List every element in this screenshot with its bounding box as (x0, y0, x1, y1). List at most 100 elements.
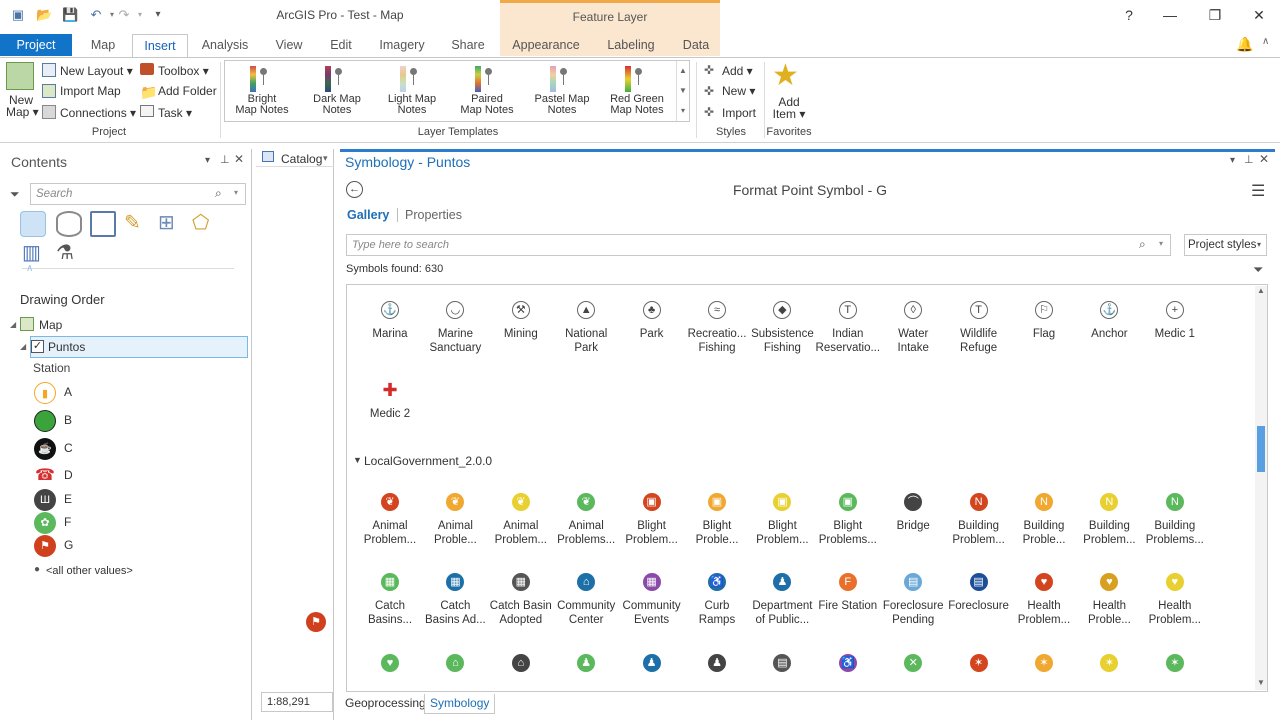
expand-layer-icon[interactable]: ◢ (20, 342, 26, 351)
symbol-group-name[interactable]: LocalGovernment_2.0.0 (364, 454, 492, 468)
catalog-menu-icon[interactable]: ▾ (323, 153, 328, 164)
template-paired-map-notes[interactable]: Paired Map Notes (451, 62, 523, 122)
new-style-button[interactable]: New ▾ (722, 84, 755, 98)
list-by-charts-icon[interactable]: ▥ (22, 240, 41, 265)
close-button[interactable]: ✕ (1249, 6, 1269, 24)
symbol-tile[interactable]: ♣ Park (619, 301, 685, 341)
search-options-icon[interactable]: ▾ (234, 188, 238, 197)
template-bright-map-notes[interactable]: Bright Map Notes (226, 62, 298, 122)
symbol-tile[interactable]: ▲ National Park (553, 301, 619, 355)
symbol-search-field[interactable]: Type here to search ⌕ ▾ (346, 234, 1171, 256)
tab-share[interactable]: Share (444, 36, 492, 56)
symbol-tile[interactable]: ♥ Health Problem... (1011, 573, 1077, 627)
new-layout-button[interactable]: New Layout ▾ (60, 64, 133, 78)
symbol-tile[interactable]: ✶ (1011, 654, 1077, 672)
notifications-icon[interactable]: 🔔 (1236, 36, 1253, 53)
list-by-editing-icon[interactable]: ✎ (124, 210, 141, 235)
contents-search-field[interactable]: Search ⌕ ▾ (30, 183, 246, 205)
symbol-tile[interactable]: ▦ Catch Basin Adopted (488, 573, 554, 627)
layer-visibility-checkbox[interactable]: ✓ (31, 340, 44, 353)
minimize-button[interactable]: — (1160, 6, 1180, 24)
symbol-tile[interactable]: T Wildlife Refuge (946, 301, 1012, 355)
symbol-tile[interactable]: N Building Proble... (1011, 493, 1077, 547)
symbol-tile[interactable]: T Indian Reservatio... (815, 301, 881, 355)
symbol-tile[interactable]: ❦ Animal Problem... (488, 493, 554, 547)
pin-pane-icon[interactable]: ⊥ (220, 153, 230, 166)
symbol-tile[interactable]: ✶ (946, 654, 1012, 672)
symbol-tile[interactable]: ▣ Blight Proble... (684, 493, 750, 547)
tab-labeling[interactable]: Labeling (600, 36, 662, 56)
symbol-tile[interactable]: ♟ (684, 654, 750, 672)
group-collapse-icon[interactable]: ▼ (353, 455, 362, 465)
template-pastel-map-notes[interactable]: Pastel Map Notes (526, 62, 598, 122)
tab-geoprocessing[interactable]: Geoprocessing (340, 694, 431, 714)
symbol-tile[interactable]: ⚓ Anchor (1076, 301, 1142, 341)
symbol-tile[interactable]: ✚ Medic 2 (357, 381, 423, 421)
map-point-marker-icon[interactable]: ⚑ (306, 612, 326, 632)
symbol-tile[interactable]: ◆ Subsistence Fishing (749, 301, 815, 355)
back-arrow-icon[interactable]: ← (346, 181, 363, 198)
symbol-tile[interactable]: + Medic 1 (1142, 301, 1208, 341)
symbol-tile[interactable]: ♥ Health Problem... (1142, 573, 1208, 627)
symbol-tile[interactable]: ♿ (815, 654, 881, 672)
close-pane-icon[interactable]: ✕ (1259, 152, 1269, 166)
scroll-thumb[interactable] (1257, 426, 1265, 472)
symbol-tile[interactable]: N Building Problem... (946, 493, 1012, 547)
add-item-button[interactable]: Add Item ▾ (770, 96, 808, 120)
symbol-tile[interactable]: ▣ Blight Problem... (619, 493, 685, 547)
symbol-tile[interactable]: ✶ (1142, 654, 1208, 672)
pane-menu-icon[interactable]: ▾ (205, 155, 210, 166)
help-button[interactable]: ? (1119, 6, 1139, 24)
symbol-tile[interactable]: ⚒ Mining (488, 301, 554, 341)
symbol-tile[interactable]: ❦ Animal Proble... (422, 493, 488, 547)
symbol-tile[interactable]: ≈ Recreatio... Fishing (684, 301, 750, 355)
symbol-tile[interactable]: ❦ Animal Problems... (553, 493, 619, 547)
tab-project[interactable]: Project (0, 34, 72, 56)
tab-properties[interactable]: Properties (405, 208, 462, 222)
filter-icon[interactable]: ⏷ (1253, 262, 1263, 278)
symbol-tile[interactable]: ✶ (1076, 654, 1142, 672)
tab-appearance[interactable]: Appearance (506, 36, 586, 56)
legend-item[interactable]: ШE (34, 488, 154, 511)
symbol-tile[interactable]: ▤ Foreclosure (946, 573, 1012, 613)
symbol-tile[interactable]: ♿ Curb Ramps (684, 573, 750, 627)
list-by-drawing-order-icon[interactable] (20, 211, 46, 237)
symbol-tile[interactable]: ▦ Community Events (619, 573, 685, 627)
collapse-ribbon-icon[interactable]: ∧ (1262, 36, 1269, 47)
tab-analysis[interactable]: Analysis (196, 36, 254, 56)
symbol-tile[interactable]: ◡ Marine Sanctuary (422, 301, 488, 355)
symbol-tile[interactable]: ♟ (553, 654, 619, 672)
pin-pane-icon[interactable]: ⊥ (1244, 153, 1254, 166)
list-by-perspective-icon[interactable]: ⚗ (56, 240, 74, 265)
restore-button[interactable]: ❐ (1205, 6, 1225, 24)
tab-imagery[interactable]: Imagery (372, 36, 432, 56)
tab-view[interactable]: View (268, 36, 310, 56)
legend-item[interactable]: ⚑ G (34, 534, 154, 557)
legend-item[interactable]: ☕ C (34, 437, 154, 460)
template-light-map-notes[interactable]: Light Map Notes (376, 62, 448, 122)
legend-item[interactable]: ✿ F (34, 511, 154, 534)
expand-map-icon[interactable]: ◢ (10, 320, 16, 329)
symbol-tile[interactable]: N Building Problem... (1076, 493, 1142, 547)
other-values-label[interactable]: <all other values> (46, 565, 133, 577)
symbol-tile[interactable]: ✕ (880, 654, 946, 672)
symbol-tile[interactable]: ⚐ Flag (1011, 301, 1077, 341)
symbol-tile[interactable]: ▣ Blight Problems... (815, 493, 881, 547)
map-node-label[interactable]: Map (39, 318, 62, 332)
symbol-tile[interactable]: ♥ Health Proble... (1076, 573, 1142, 627)
template-dark-map-notes[interactable]: Dark Map Notes (301, 62, 373, 122)
tab-insert[interactable]: Insert (132, 34, 188, 58)
close-pane-icon[interactable]: ✕ (234, 152, 244, 166)
template-red-green-map-notes[interactable]: Red Green Map Notes (601, 62, 673, 122)
new-map-icon[interactable] (6, 62, 34, 90)
task-button[interactable]: Task ▾ (158, 106, 192, 120)
symbol-tile[interactable]: ♥ (357, 654, 423, 672)
tab-map[interactable]: Map (84, 36, 122, 56)
map-scale-field[interactable]: 1:88,291 (261, 692, 333, 712)
symbol-tile[interactable]: ▦ Catch Basins... (357, 573, 423, 627)
symbol-tile[interactable]: ⌂ (488, 654, 554, 672)
list-by-source-icon[interactable] (56, 211, 82, 237)
symbol-tile[interactable]: ▦ Catch Basins Ad... (422, 573, 488, 627)
tab-edit[interactable]: Edit (322, 36, 360, 56)
list-by-labeling-icon[interactable]: ⬠ (192, 210, 209, 235)
